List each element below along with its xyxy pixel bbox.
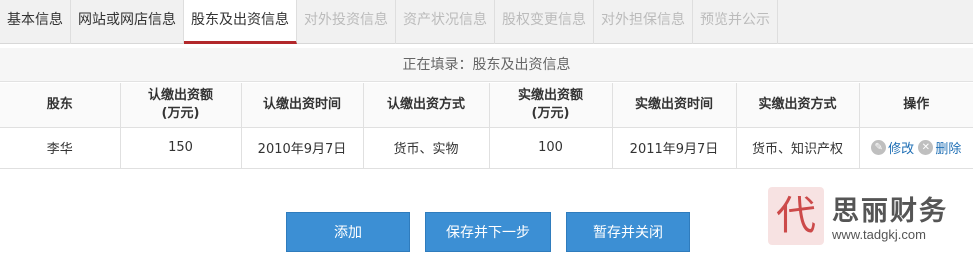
cell-shareholder: 李华 [0,127,121,169]
edit-link[interactable]: ✎ 修改 [871,138,914,157]
watermark-name: 思丽财务 [832,196,948,227]
tab-preview-publish[interactable]: 预览并公示 [693,0,778,44]
cell-subscribed-method: 货币、实物 [363,127,490,169]
tab-equity-change[interactable]: 股权变更信息 [495,0,594,44]
header-shareholder: 股东 [0,83,121,128]
tab-basic-info[interactable]: 基本信息 [0,0,71,44]
tab-asset-status[interactable]: 资产状况信息 [396,0,495,44]
watermark-url: www.tadgkj.com [832,227,926,242]
cell-actions: ✎ 修改 ✕ 删除 [859,127,973,169]
tab-shareholder-info[interactable]: 股东及出资信息 [184,0,297,44]
cell-paid-amount: 100 [489,127,613,169]
delete-link[interactable]: ✕ 删除 [918,138,961,157]
step-tabs: 基本信息 网站或网店信息 股东及出资信息 对外投资信息 资产状况信息 股权变更信… [0,0,973,44]
tab-website-info[interactable]: 网站或网店信息 [71,0,184,44]
seal-icon: 代 [768,187,824,245]
edit-label: 修改 [888,142,915,157]
save-next-button[interactable]: 保存并下一步 [425,212,551,252]
header-actions: 操作 [859,83,973,128]
cell-subscribed-date: 2010年9月7日 [241,127,364,169]
header-subscribed-amount: 认缴出资额 (万元) [120,83,242,128]
tab-external-investment[interactable]: 对外投资信息 [297,0,396,44]
shareholder-table: 股东 认缴出资额 (万元) 认缴出资时间 认缴出资方式 实缴出资额 (万元) 实缴出… [0,83,973,169]
pencil-icon: ✎ [871,140,887,155]
header-paid-method: 实缴出资方式 [736,83,860,128]
section-subtitle: 正在填录：股东及出资信息 [0,48,973,82]
table-header-row: 股东 认缴出资额 (万元) 认缴出资时间 认缴出资方式 实缴出资额 (万元) 实缴出… [0,83,973,128]
header-paid-date: 实缴出资时间 [612,83,737,128]
watermark-logo: 代 思丽财务 www.tadgkj.com [768,187,968,247]
add-button[interactable]: 添加 [286,212,410,252]
cell-subscribed-amount: 150 [120,127,242,169]
save-close-button[interactable]: 暂存并关闭 [566,212,690,252]
header-subscribed-method: 认缴出资方式 [363,83,490,128]
delete-label: 删除 [935,142,962,157]
cell-paid-method: 货币、知识产权 [736,127,860,169]
close-icon: ✕ [918,140,934,155]
header-paid-amount: 实缴出资额 (万元) [489,83,613,128]
cell-paid-date: 2011年9月7日 [612,127,737,169]
header-subscribed-date: 认缴出资时间 [241,83,364,128]
tab-external-guarantee[interactable]: 对外担保信息 [594,0,693,44]
table-row: 李华 150 2010年9月7日 货币、实物 100 2011年9月7日 货币、… [0,127,973,169]
